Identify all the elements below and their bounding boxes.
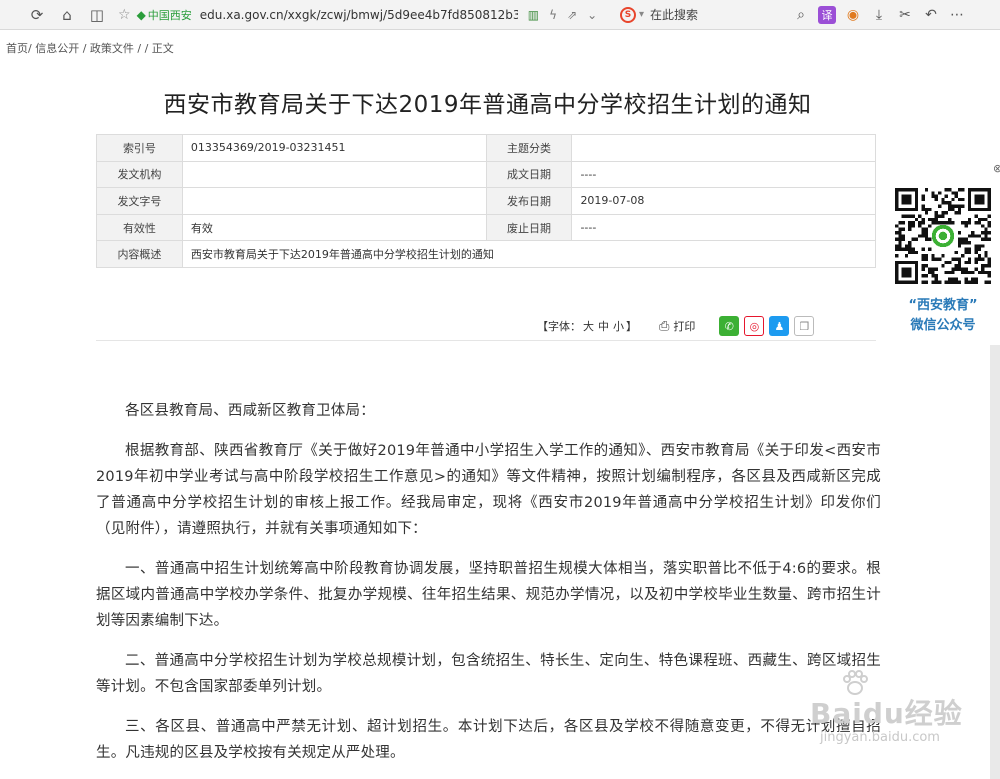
font-size-switcher: 【字体：大中小】 (537, 318, 637, 334)
meta-value (571, 134, 876, 162)
meta-value: ---- (571, 213, 876, 242)
article-tools: 【字体：大中小】 ⎙ 打印 ✆ ◎ ♟ ❐ (537, 316, 819, 336)
print-label: 打印 (673, 320, 696, 333)
meta-label: 有效性 (96, 213, 183, 242)
salutation: 各区县教育局、西咸新区教育卫体局： (125, 403, 375, 419)
meta-label: 发文字号 (96, 187, 183, 215)
paragraph: 三、各区县、普通高中严禁无计划、超计划招生。本计划下达后，各区县及学校不得随意变… (96, 719, 881, 761)
download-icon[interactable]: ⤓ (866, 4, 892, 26)
toolbar-right: ⌕ 译 ◉ ⤓ ✂ ↶ ⋯ (788, 4, 970, 26)
book-icon[interactable]: ◫ (86, 4, 108, 26)
meta-label: 成文日期 (485, 160, 573, 189)
printer-icon: ⎙ (659, 318, 670, 334)
search-engine-icon[interactable]: S (620, 6, 636, 23)
weibo-icon[interactable]: ◎ (744, 316, 765, 336)
font-small-link[interactable]: 小 (613, 320, 624, 333)
url-text[interactable]: edu.xa.gov.cn/xxgk/zcwj/bmwj/5d9ee4b7fd8… (200, 8, 518, 22)
qr-code-image (895, 188, 991, 284)
meta-value (181, 187, 487, 215)
print-button[interactable]: ⎙ 打印 (659, 318, 695, 334)
baidu-jingyan-watermark: Baidu经验 jingyan.baidu.com (780, 668, 980, 768)
font-medium-link[interactable]: 中 (598, 320, 609, 333)
chevron-down-icon[interactable]: ▾ (639, 9, 644, 20)
meta-value: ---- (571, 160, 876, 189)
table-row: 发文字号 发布日期 2019-07-08 (96, 187, 876, 215)
home-icon[interactable]: ⌂ (56, 4, 78, 26)
chevron-down-icon[interactable]: ⌄ (587, 8, 597, 22)
meta-value: 013354369/2019-03231451 (181, 134, 487, 162)
search-box[interactable]: S ▾ 在此搜索 (620, 4, 780, 26)
meta-label: 发文机构 (96, 160, 183, 189)
browser-toolbar: ⟳ ⌂ ◫ ☆ ◆ 中国西安 edu.xa.gov.cn/xxgk/zcwj/b… (0, 0, 1000, 30)
qr-caption-line1: “西安教育” (908, 298, 978, 313)
qr-caption-line2: 微信公众号 (910, 318, 976, 333)
wechat-icon[interactable]: ✆ (719, 316, 740, 336)
search-input[interactable]: 在此搜索 (650, 6, 698, 23)
scrollbar[interactable] (990, 345, 1000, 779)
meta-value: 西安市教育局关于下达2019年普通高中分学校招生计划的通知 (181, 240, 877, 268)
article-body: 各区县教育局、西咸新区教育卫体局： 根据教育部、陕西省教育厅《关于做好2019年… (96, 398, 881, 779)
reader-icon[interactable]: ▥ (528, 8, 539, 22)
undo-icon[interactable]: ↶ (918, 4, 944, 26)
meta-label: 发布日期 (485, 187, 573, 215)
qr-caption: “西安教育” 微信公众号 (893, 296, 993, 336)
meta-value: 2019-07-08 (571, 187, 876, 215)
reload-icon[interactable]: ⟳ (26, 4, 48, 26)
site-label: 中国西安 (147, 8, 192, 22)
qq-icon[interactable]: ♟ (769, 316, 790, 336)
gamepad-icon[interactable]: ◉ (840, 4, 866, 26)
document-meta-table: 索引号 013354369/2019-03231451 主题分类 发文机构 成文… (96, 134, 877, 268)
paragraph: 二、普通高中分学校招生计划为学校总规模计划，包含统招生、特长生、定向生、特色课程… (96, 653, 881, 695)
address-bar[interactable]: ☆ ◆ 中国西安 edu.xa.gov.cn/xxgk/zcwj/bmwj/5d… (114, 4, 614, 26)
font-large-link[interactable]: 大 (583, 320, 594, 333)
page-title: 西安市教育局关于下达2019年普通高中分学校招生计划的通知 (163, 92, 812, 118)
copy-icon[interactable]: ❐ (794, 316, 815, 336)
scissors-icon[interactable]: ✂ (892, 4, 918, 26)
table-row: 内容概述 西安市教育局关于下达2019年普通高中分学校招生计划的通知 (96, 240, 877, 268)
table-row: 发文机构 成文日期 ---- (96, 160, 876, 189)
bookmark-star-icon[interactable]: ☆ (118, 7, 131, 23)
meta-label: 废止日期 (485, 213, 573, 242)
meta-label: 索引号 (96, 134, 183, 162)
close-icon[interactable]: ⊗ (993, 162, 1000, 175)
watermark-main: Baidu经验 (810, 697, 963, 730)
meta-label: 内容概述 (96, 240, 183, 268)
meta-value: 有效 (181, 213, 487, 242)
paragraph: 根据教育部、陕西省教育厅《关于做好2019年普通中小学招生入学工作的通知》、西安… (96, 443, 881, 537)
font-size-suffix: 】 (626, 320, 637, 333)
table-row: 有效性 有效 废止日期 ---- (96, 213, 876, 242)
meta-value (181, 160, 487, 189)
breadcrumb[interactable]: 首页/ 信息公开 / 政策文件 / / 正文 (6, 40, 174, 56)
lightning-icon[interactable]: ϟ (549, 8, 557, 22)
watermark-sub: jingyan.baidu.com (820, 730, 940, 745)
shield-icon: ◆ (136, 7, 146, 22)
table-row: 索引号 013354369/2019-03231451 主题分类 (96, 134, 876, 162)
font-size-prefix: 【字体： (537, 320, 581, 333)
menu-icon[interactable]: ⋯ (944, 4, 970, 26)
meta-label: 主题分类 (485, 134, 573, 162)
divider (96, 340, 876, 341)
paragraph: 一、普通高中招生计划统筹高中阶段教育协调发展，坚持职普招生规模大体相当，落实职普… (96, 561, 881, 629)
share-icon[interactable]: ⇗ (567, 8, 577, 22)
translate-icon[interactable]: 译 (818, 5, 836, 24)
search-icon[interactable]: ⌕ (788, 4, 814, 26)
qr-code-panel: “西安教育” 微信公众号 (893, 188, 993, 336)
share-buttons: ✆ ◎ ♟ ❐ (719, 316, 819, 336)
